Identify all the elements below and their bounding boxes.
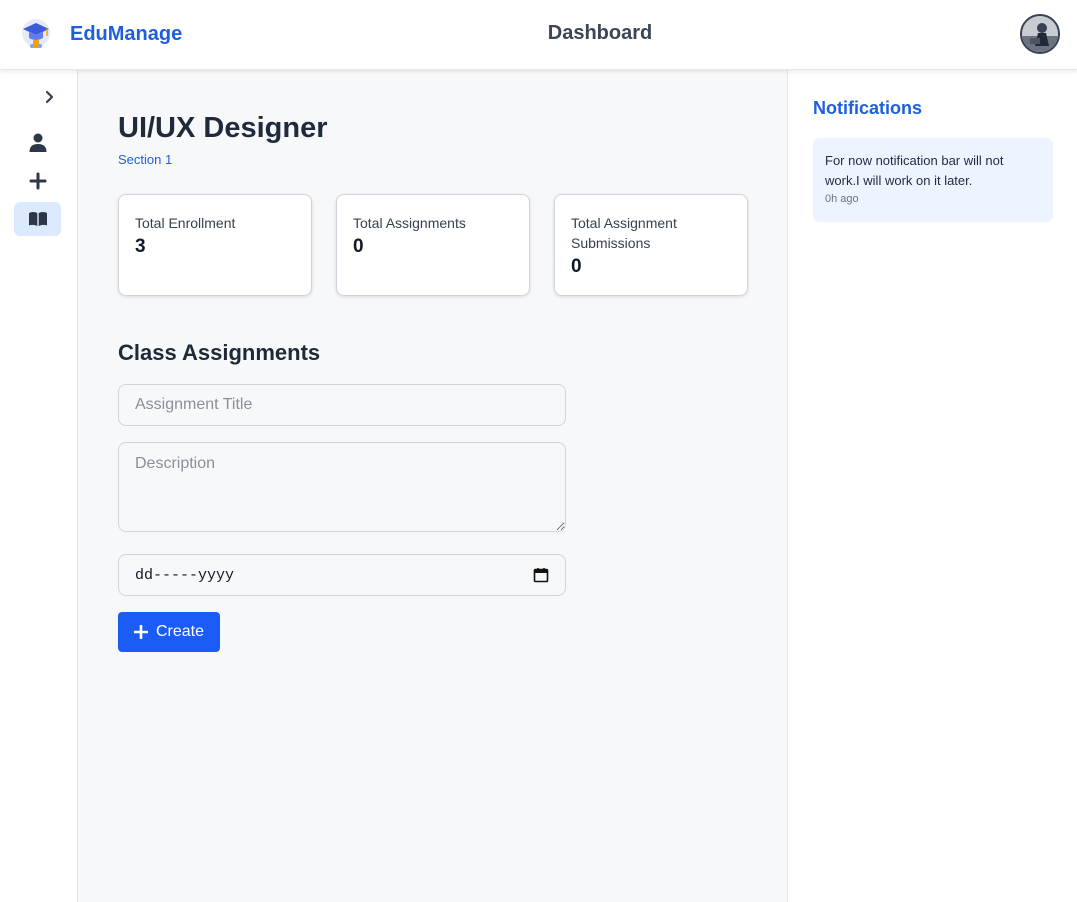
date-placeholder: dd-----yyyy	[135, 566, 235, 584]
stat-card-submissions: Total Assignment Submissions 0	[554, 194, 748, 296]
sidebar-item-add[interactable]	[14, 164, 61, 198]
sidebar-expand-button[interactable]	[40, 88, 58, 106]
user-photo	[1022, 16, 1058, 52]
calendar-icon[interactable]	[533, 567, 549, 583]
notification-time: 0h ago	[825, 193, 859, 205]
notification-item[interactable]: For now notification bar will not work.I…	[813, 138, 1053, 222]
course-title: UI/UX Designer	[118, 112, 328, 144]
book-open-icon	[28, 212, 47, 226]
assignment-title-input[interactable]	[118, 384, 566, 426]
notifications-panel: Notifications For now notification bar w…	[787, 70, 1077, 902]
main-content: UI/UX Designer Section 1 Total Enrollmen…	[78, 70, 787, 902]
sidebar-item-profile[interactable]	[14, 126, 61, 160]
notification-message: For now notification bar will not work.I…	[825, 153, 1004, 188]
top-navbar: EduManage Dashboard	[0, 0, 1077, 70]
stat-card-assignments: Total Assignments 0	[336, 194, 530, 296]
plus-icon	[133, 625, 148, 639]
stat-value: 0	[353, 236, 364, 257]
page-title: Dashboard	[547, 22, 653, 44]
sidebar-item-classes[interactable]	[14, 202, 61, 236]
create-button-label: Create	[155, 623, 205, 640]
create-assignment-button[interactable]: Create	[118, 612, 220, 652]
course-section: Section 1	[118, 152, 173, 167]
stat-label: Total Assignments	[353, 215, 466, 231]
user-icon	[29, 133, 46, 152]
chevron-right-icon	[45, 90, 54, 104]
stat-card-enrollment: Total Enrollment 3	[118, 194, 312, 296]
assignments-heading: Class Assignments	[118, 340, 321, 365]
stat-label: Total Enrollment	[135, 215, 236, 231]
due-date-input[interactable]: dd-----yyyy	[118, 554, 566, 596]
assignment-description-input[interactable]	[118, 442, 566, 532]
avatar[interactable]	[1020, 14, 1060, 54]
stat-value: 3	[135, 236, 146, 257]
stat-label: Total Assignment Submissions	[571, 215, 677, 251]
stat-value: 0	[571, 256, 582, 277]
notifications-heading: Notifications	[813, 98, 923, 118]
plus-icon	[29, 172, 46, 190]
sidebar	[0, 70, 78, 902]
